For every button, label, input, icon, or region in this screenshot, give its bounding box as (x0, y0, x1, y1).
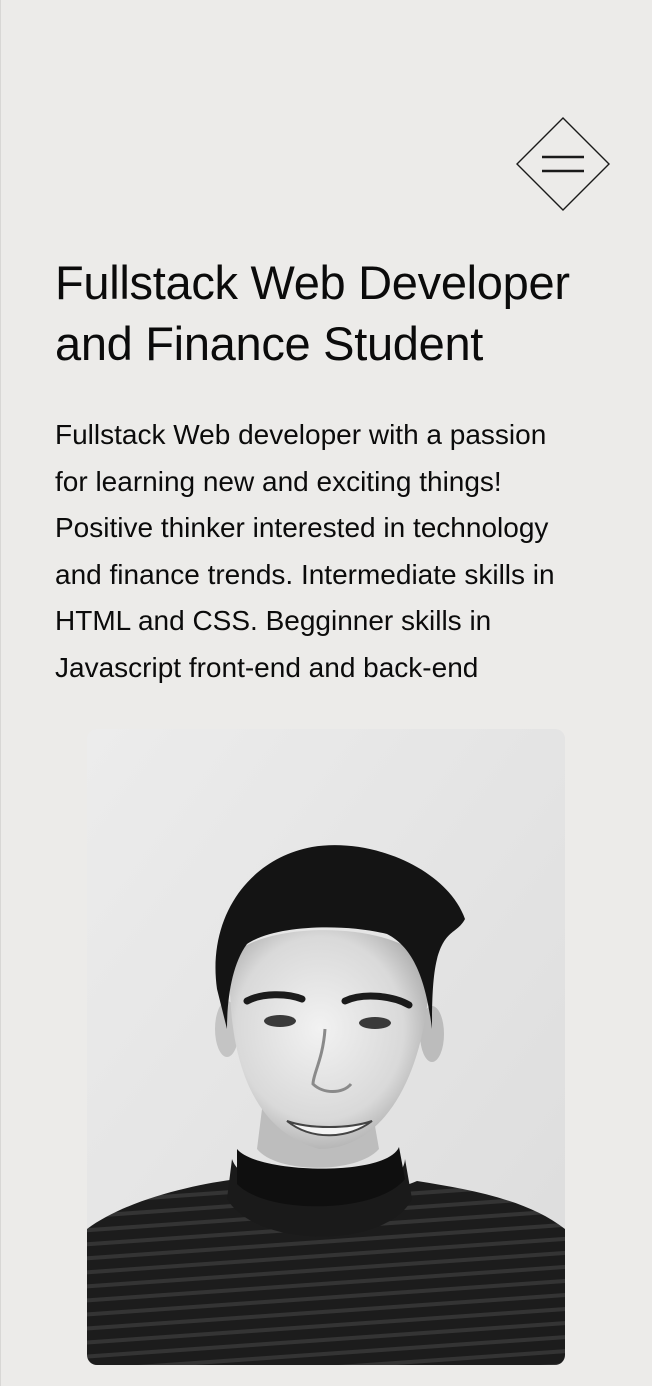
description-line: and finance trends. Intermediate skills … (55, 558, 555, 590)
hamburger-diamond-icon (516, 117, 610, 211)
description-line: Fullstack Web developer with a passion (55, 419, 547, 450)
hero-description: Fullstack Web developer with a passion f… (55, 412, 615, 691)
page-left-border (0, 0, 1, 1386)
hero-title-line: and Finance Student (55, 317, 484, 370)
profile-photo (87, 729, 565, 1365)
menu-button[interactable] (516, 117, 610, 211)
description-line: Javascript front-end and back-end (55, 651, 479, 683)
hero-title-line: Fullstack Web Developer (55, 256, 570, 309)
description-line: for learning new and exciting things! (55, 465, 502, 497)
portrait-illustration (87, 729, 565, 1365)
description-line: HTML and CSS. Begginner skills in (55, 605, 492, 636)
description-line: Positive thinker interested in technolog… (55, 512, 549, 543)
hero-title: Fullstack Web Developer and Finance Stud… (55, 252, 615, 374)
